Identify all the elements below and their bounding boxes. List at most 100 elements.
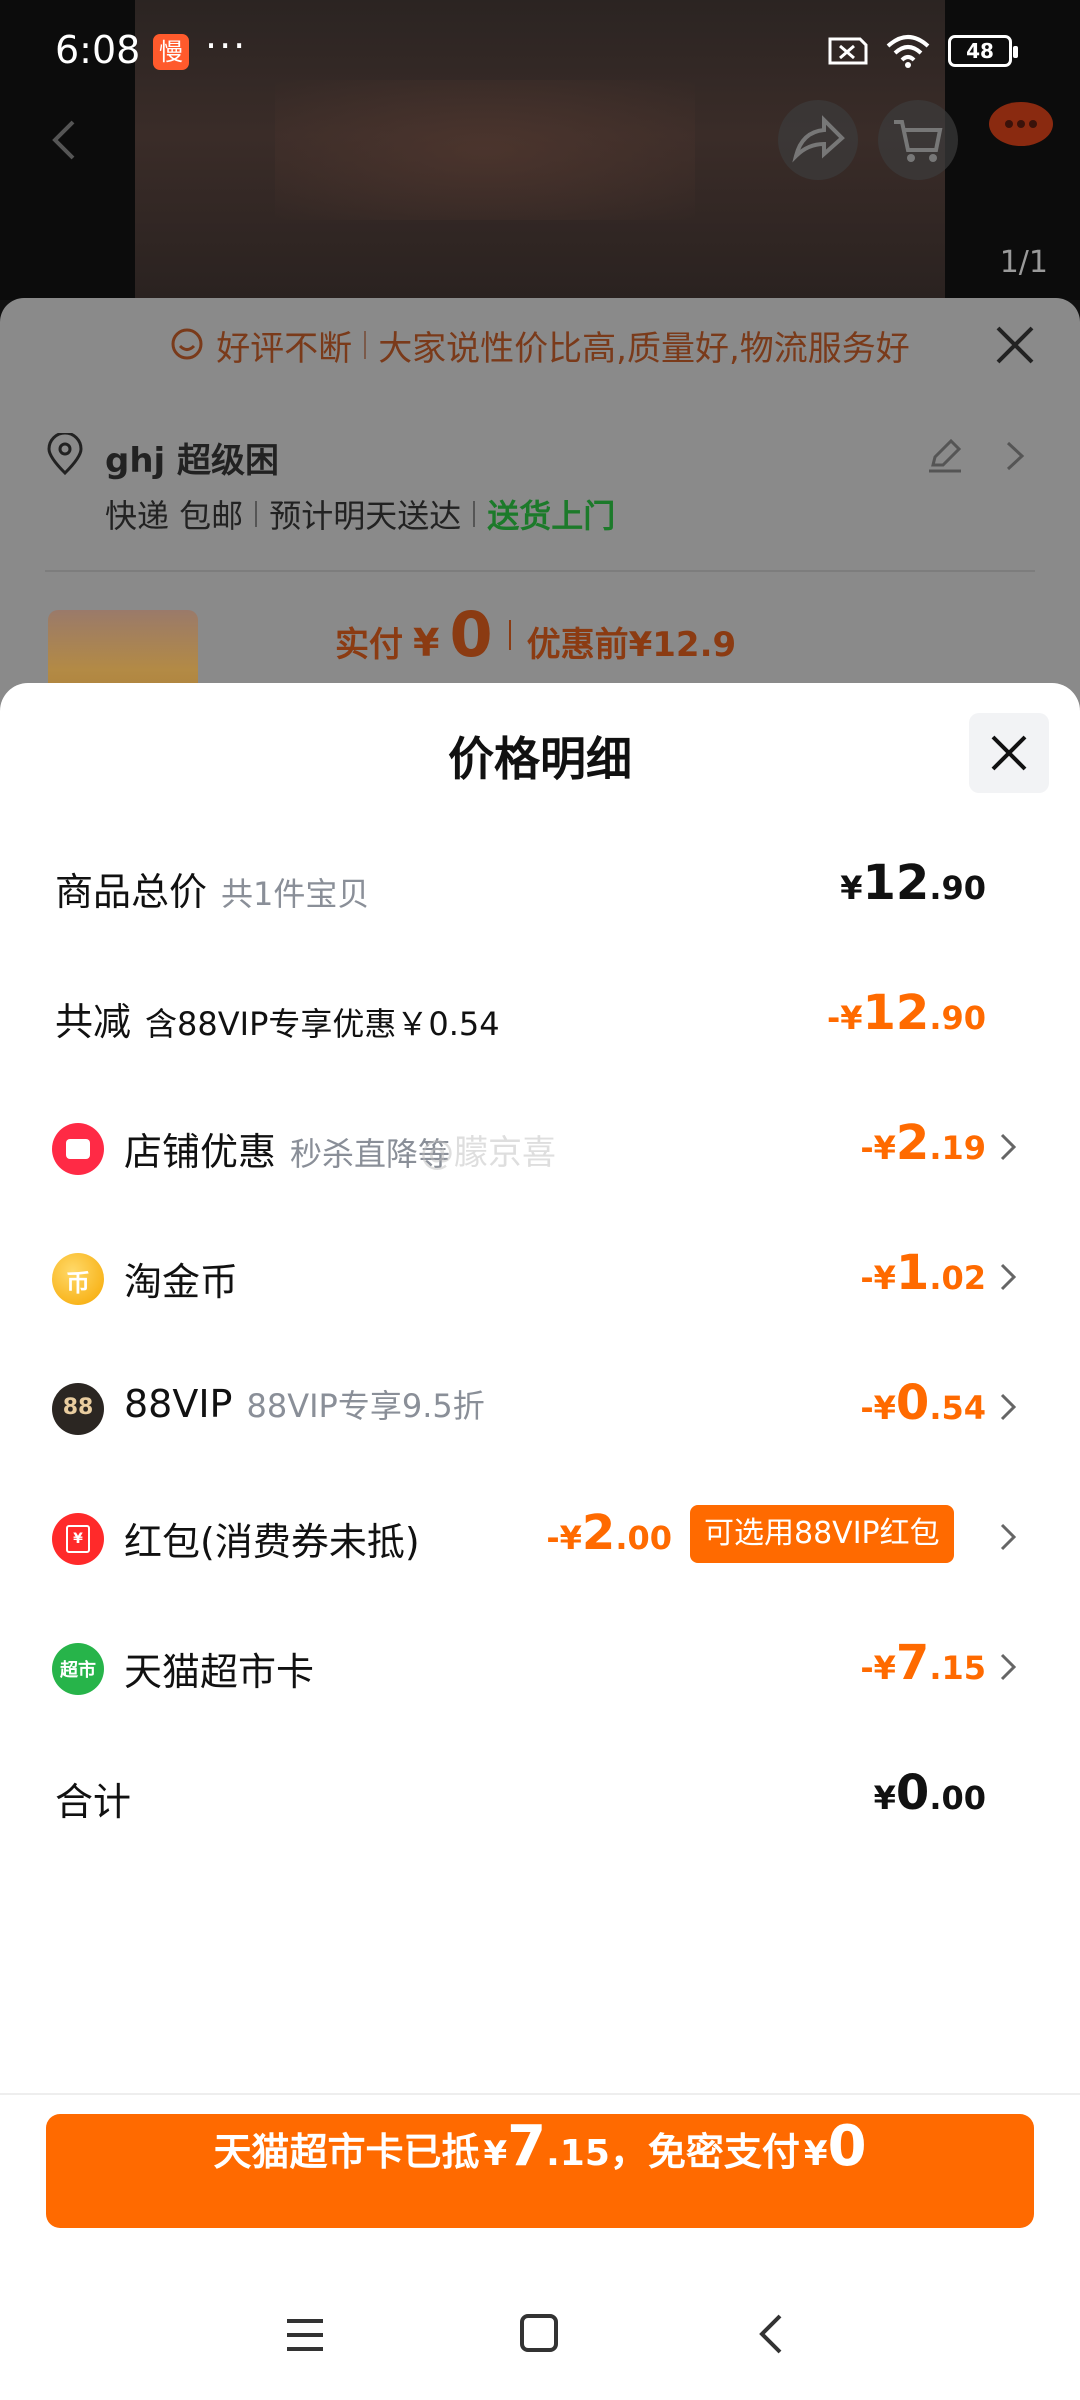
amount-dec: .90 xyxy=(929,999,986,1037)
coin-row[interactable]: 币 淘金币 -¥1.02 xyxy=(0,1233,1080,1323)
back-icon[interactable] xyxy=(45,118,85,162)
before-discount: 优惠前¥12.9 xyxy=(526,625,737,665)
paid-label: 实付 xyxy=(335,625,403,665)
pay-text-1: 天猫超市卡已抵 xyxy=(213,2130,480,2174)
sign: - xyxy=(826,999,841,1037)
amount-dec: .90 xyxy=(929,869,986,907)
row-label: 商品总价 xyxy=(55,870,208,914)
vip-red-packet-tag[interactable]: 可选用88VIP红包 xyxy=(690,1505,954,1563)
row-label: 共减 xyxy=(55,1000,132,1044)
menu-icon[interactable] xyxy=(285,2315,325,2355)
review-banner: 好评不断 大家说性价比高,质量好,物流服务好 xyxy=(0,298,1080,392)
amount-int: 2 xyxy=(581,1505,616,1561)
card-amount-int: 7 xyxy=(507,2114,547,2179)
red-packet-glyph: ¥ xyxy=(66,1525,90,1553)
sign: - xyxy=(860,1259,874,1297)
watermark: @朦京喜 xyxy=(420,1133,556,1173)
chevron-right-icon xyxy=(1000,1523,1017,1551)
amount-dec: .54 xyxy=(929,1389,986,1427)
door-delivery: 送货上门 xyxy=(487,497,616,535)
amount-dec: .15 xyxy=(929,1649,986,1687)
share-icon xyxy=(792,115,845,163)
amount-int: 7 xyxy=(895,1635,930,1691)
chat-icon xyxy=(171,328,203,360)
currency: ¥ xyxy=(803,2134,828,2174)
wifi-icon xyxy=(886,35,930,68)
amount-int: 2 xyxy=(895,1115,930,1171)
total-price-row: 商品总价 共1件宝贝 ¥12.90 xyxy=(0,843,1080,933)
amount-dec: .00 xyxy=(929,1779,986,1817)
review-message: 大家说性价比高,质量好,物流服务好 xyxy=(378,328,910,369)
system-nav-bar xyxy=(0,2280,1080,2400)
sim-off-icon xyxy=(828,37,868,65)
cart-button[interactable] xyxy=(878,100,958,180)
divider xyxy=(508,619,511,650)
product-top-actions xyxy=(0,100,1080,180)
pay-button[interactable]: 天猫超市卡已抵 ¥ 7 .15 ，免密支付 ¥ 0 xyxy=(46,2114,1034,2228)
amount-int: 1 xyxy=(895,1245,930,1301)
currency: ¥ xyxy=(873,1129,896,1167)
app-notification-icon: 慢 xyxy=(153,34,189,70)
back-nav-icon[interactable] xyxy=(756,2312,786,2356)
paid-currency: ¥ xyxy=(413,621,440,665)
row-sub: 共1件宝贝 xyxy=(221,875,370,913)
coin-icon: 币 xyxy=(52,1253,104,1305)
amount-int: 0 xyxy=(895,1375,930,1431)
close-icon[interactable] xyxy=(992,322,1038,368)
shop-icon xyxy=(52,1123,104,1175)
row-label: 红包(消费券未抵) xyxy=(124,1520,420,1564)
currency: ¥ xyxy=(559,1519,582,1557)
currency: ¥ xyxy=(873,1259,896,1297)
row-amount: -¥12.90 xyxy=(827,985,986,1041)
message-icon[interactable] xyxy=(985,100,1055,160)
battery-icon: 48 xyxy=(948,35,1018,67)
row-amount: ¥12.90 xyxy=(840,855,986,911)
row-amount: -¥0.54 xyxy=(860,1375,986,1431)
sheet-title: 价格明细 xyxy=(448,732,632,786)
market-card-icon: 超市 xyxy=(52,1643,104,1695)
vip-row[interactable]: 88 88VIP 88VIP专享9.5折 -¥0.54 xyxy=(0,1363,1080,1453)
home-icon[interactable] xyxy=(520,2314,558,2352)
delivery-eta: 预计明天送达 xyxy=(269,497,462,535)
paid-summary: 实付 ¥ 0 优惠前¥12.9 xyxy=(335,598,736,671)
amount-int: 12 xyxy=(862,855,930,911)
chevron-right-icon xyxy=(1006,441,1025,471)
more-notifications-icon: ··· xyxy=(205,24,248,68)
cart-icon xyxy=(894,120,943,162)
chevron-right-icon xyxy=(1000,1133,1017,1161)
grand-total-row: 合计 ¥0.00 xyxy=(0,1753,1080,1843)
row-amount: ¥0.00 xyxy=(874,1765,986,1821)
market-glyph: 超市 xyxy=(60,1660,96,1681)
shipping-info: 快递 包邮 预计明天送达 送货上门 xyxy=(105,491,615,537)
amount-int: 12 xyxy=(862,985,930,1041)
red-packet-row[interactable]: ¥ 红包(消费券未抵) -¥2.00 可选用88VIP红包 xyxy=(0,1493,1080,1583)
row-label: 88VIP xyxy=(124,1382,233,1426)
coin-glyph: 币 xyxy=(66,1269,90,1297)
market-card-row[interactable]: 超市 天猫超市卡 -¥7.15 xyxy=(0,1623,1080,1713)
total-discount-row: 共减 含88VIP专享优惠￥0.54 -¥12.90 xyxy=(0,973,1080,1063)
recipient-name: ghj 超级困 xyxy=(105,441,280,481)
edit-icon[interactable] xyxy=(925,435,965,475)
row-amount: -¥1.02 xyxy=(860,1245,986,1301)
row-label: 天猫超市卡 xyxy=(124,1650,315,1694)
amount-dec: .00 xyxy=(615,1519,672,1557)
row-amount: -¥2.00 xyxy=(546,1505,672,1561)
chevron-right-icon xyxy=(1000,1653,1017,1681)
row-label: 店铺优惠 xyxy=(124,1130,277,1174)
row-label: 合计 xyxy=(55,1780,132,1824)
row-amount: -¥7.15 xyxy=(860,1635,986,1691)
chevron-right-icon xyxy=(1000,1263,1017,1291)
row-sub: 含88VIP专享优惠￥0.54 xyxy=(145,1005,500,1043)
currency: ¥ xyxy=(873,1779,896,1817)
sign: - xyxy=(546,1519,560,1557)
share-button[interactable] xyxy=(778,100,858,180)
paid-value: 0 xyxy=(449,598,493,671)
location-pin-icon xyxy=(47,433,83,476)
row-label: 淘金币 xyxy=(124,1260,239,1304)
divider xyxy=(473,501,476,527)
vip-icon: 88 xyxy=(52,1383,104,1435)
close-icon xyxy=(991,735,1027,771)
close-button[interactable] xyxy=(969,713,1049,793)
status-bar: 6:08 慢 ··· 48 xyxy=(0,0,1080,100)
divider xyxy=(45,570,1035,572)
